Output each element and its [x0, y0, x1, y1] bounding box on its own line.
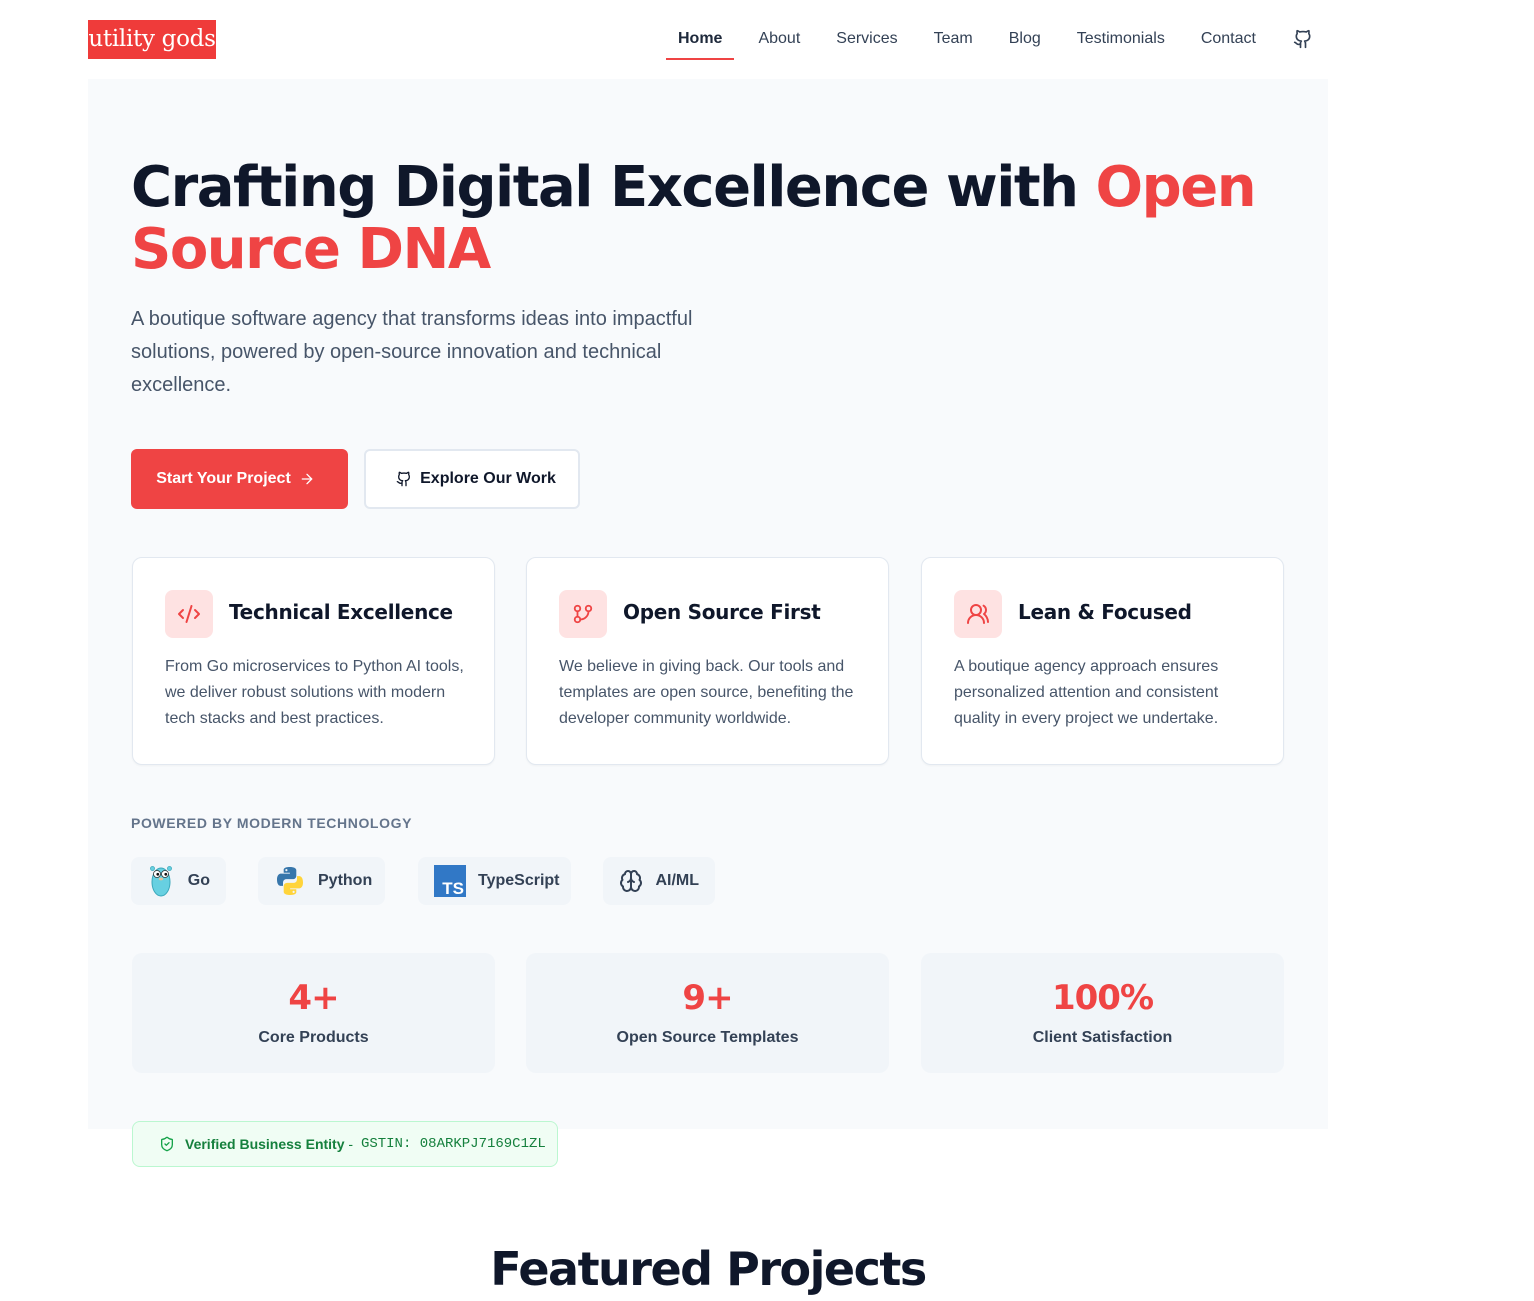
gopher-icon — [147, 865, 176, 897]
nav-testimonials[interactable]: Testimonials — [1077, 22, 1165, 56]
github-icon — [396, 471, 411, 487]
hero-title: Crafting Digital Excellence with Open So… — [131, 157, 1291, 281]
gstin-number: GSTIN: 08ARKPJ7169C1ZL — [360, 1136, 546, 1152]
tech-chip-label: Go — [187, 872, 210, 889]
hero-section: Crafting Digital Excellence with Open So… — [88, 79, 1328, 1129]
feature-title: Lean & Focused — [1018, 600, 1192, 624]
typescript-icon: TS — [434, 865, 466, 897]
feature-title: Open Source First — [623, 600, 821, 624]
feature-description: From Go microservices to Python AI tools… — [165, 658, 464, 727]
stat-card: 4+ Core Products — [132, 953, 495, 1073]
shield-check-icon — [161, 1136, 173, 1152]
tech-chip-aiml: AI/ML — [603, 857, 715, 905]
nav-home[interactable]: Home — [666, 22, 735, 60]
nav-about[interactable]: About — [758, 22, 800, 56]
stat-label: Open Source Templates — [616, 1029, 799, 1046]
stat-label: Client Satisfaction — [1032, 1029, 1173, 1046]
page: utility gods Home About Services Team Bl… — [0, 0, 1534, 1301]
hero-title-main: Crafting Digital Excellence with — [131, 155, 1096, 220]
tech-chip-label: AI/ML — [655, 872, 699, 889]
featured-projects-heading: Featured Projects — [490, 1242, 927, 1296]
nav-contact[interactable]: Contact — [1201, 22, 1256, 56]
start-project-label: Start Your Project — [156, 470, 291, 487]
explore-work-button[interactable]: Explore Our Work — [364, 449, 580, 509]
tech-section-label: POWERED BY MODERN TECHNOLOGY — [131, 815, 413, 831]
svg-text:TS: TS — [442, 879, 464, 897]
stat-value: 9+ — [682, 978, 733, 1018]
verified-separator: - — [344, 1136, 357, 1152]
tech-chip-go: Go — [131, 857, 226, 905]
python-icon — [274, 865, 306, 897]
stat-card: 100% Client Satisfaction — [921, 953, 1284, 1073]
feature-card-technical: Technical Excellence From Go microservic… — [132, 557, 495, 765]
site-header: utility gods Home About Services Team Bl… — [88, 0, 1328, 78]
arrow-right-icon — [301, 473, 313, 485]
feature-card-lean: Lean & Focused A boutique agency approac… — [921, 557, 1284, 765]
github-icon[interactable] — [1292, 28, 1314, 50]
brain-icon — [619, 865, 643, 897]
tech-chip-python: Python — [258, 857, 385, 905]
feature-title: Technical Excellence — [229, 600, 453, 624]
users-icon — [954, 590, 1002, 638]
feature-card-open-source: Open Source First We believe in giving b… — [526, 557, 889, 765]
stat-value: 4+ — [288, 978, 339, 1018]
tech-chip-label: Python — [318, 872, 373, 889]
feature-description: We believe in giving back. Our tools and… — [559, 658, 854, 727]
tech-chip-typescript: TS TypeScript — [418, 857, 571, 905]
logo[interactable]: utility gods — [88, 20, 216, 59]
git-branch-icon — [559, 590, 607, 638]
nav-services[interactable]: Services — [836, 22, 897, 56]
start-project-button[interactable]: Start Your Project — [131, 449, 348, 509]
explore-work-label: Explore Our Work — [420, 470, 556, 487]
verified-label: Verified Business Entity — [185, 1136, 345, 1152]
feature-description: A boutique agency approach ensures perso… — [954, 658, 1219, 727]
tech-chip-label: TypeScript — [478, 872, 560, 889]
verified-business-badge: Verified Business Entity - GSTIN: 08ARKP… — [132, 1121, 558, 1167]
stat-card: 9+ Open Source Templates — [526, 953, 889, 1073]
main-nav: Home About Services Team Blog Testimonia… — [666, 22, 1314, 60]
stat-label: Core Products — [258, 1029, 369, 1046]
hero-subtitle: A boutique software agency that transfor… — [131, 308, 693, 396]
code-icon — [165, 590, 213, 638]
nav-blog[interactable]: Blog — [1009, 22, 1041, 56]
nav-team[interactable]: Team — [934, 22, 973, 56]
stat-value: 100% — [1051, 978, 1154, 1018]
